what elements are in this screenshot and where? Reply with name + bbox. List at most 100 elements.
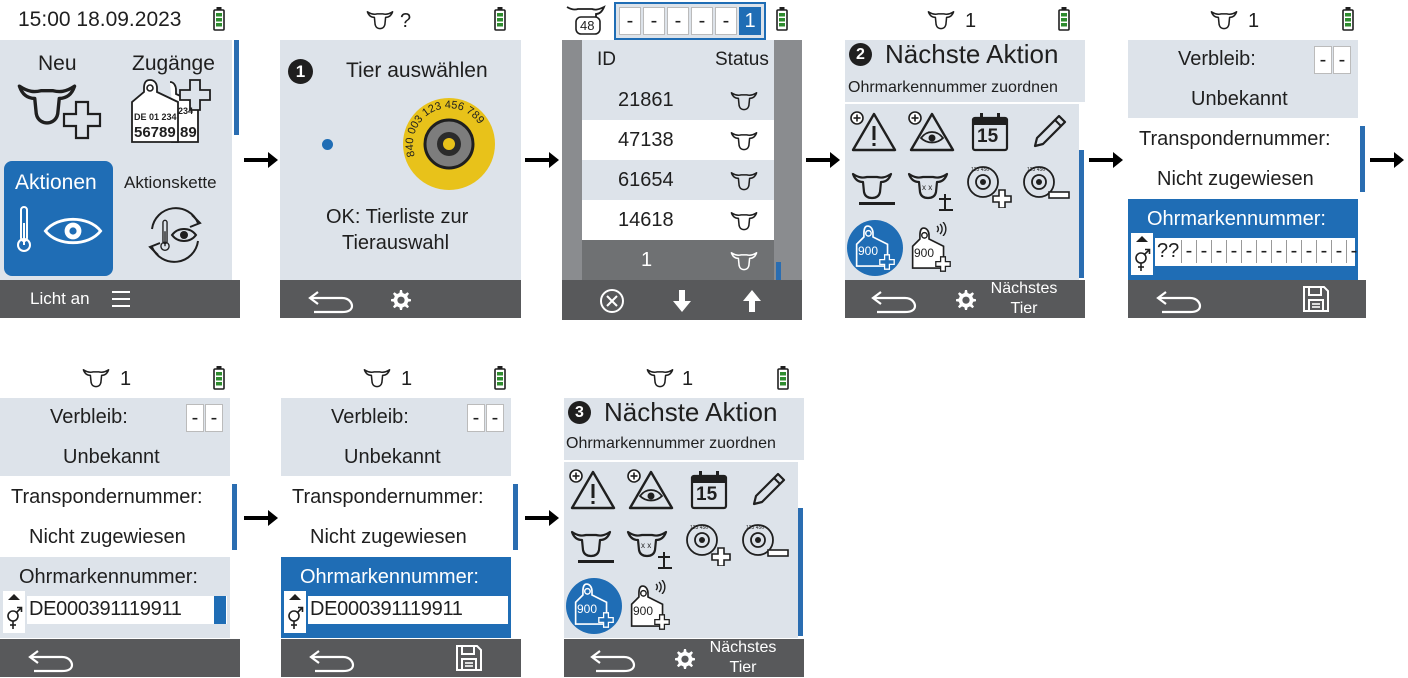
verbleib-label: Verbleib: <box>50 406 128 428</box>
cursor-dot <box>322 139 333 150</box>
screen-eartag-entry-complete: 1 Verbleib: - - Unbekannt Transpondernum… <box>281 358 521 677</box>
table-row[interactable]: 61654 <box>582 160 774 200</box>
back-arrow-icon[interactable] <box>26 647 76 675</box>
remove-tag-icon[interactable] <box>740 522 790 566</box>
verbleib-box[interactable]: - <box>1314 46 1332 74</box>
next-animal-button[interactable]: Nächstes Tier <box>706 638 780 678</box>
id-digit[interactable]: - <box>691 7 713 35</box>
id-digit-active[interactable]: 1 <box>739 7 761 35</box>
header-animal-id: 1 <box>965 10 977 32</box>
eye-icon <box>40 213 106 249</box>
cow-status-icon <box>730 170 758 191</box>
next-animal-line1: Nächstes <box>990 280 1058 297</box>
table-row[interactable]: 21861 <box>582 80 774 120</box>
scrollbar[interactable] <box>776 262 781 280</box>
next-action-title: Nächste Aktion <box>885 39 1059 69</box>
id-digit[interactable]: - <box>715 7 737 35</box>
table-row[interactable]: 47138 <box>582 120 774 160</box>
edit-pencil-icon[interactable] <box>1027 110 1071 154</box>
id-digit[interactable]: - <box>643 7 665 35</box>
calendar-icon[interactable]: 15 <box>688 468 732 512</box>
scrollbar[interactable] <box>513 484 518 550</box>
table-row[interactable]: 14618 <box>582 200 774 240</box>
tag-digit: - <box>1316 240 1331 263</box>
ohrmarke-input[interactable]: DE000391119911 <box>308 596 508 624</box>
tile-zugaenge[interactable]: Zugänge DE 01 234 234 56789 89 <box>122 46 230 146</box>
assign-eartag-button[interactable]: 900 <box>847 220 903 276</box>
sex-selector[interactable] <box>1131 233 1153 275</box>
ohrmarke-input[interactable]: ?? ------------ <box>1155 238 1357 266</box>
animal-list-table: ID Status 21861 47138 61654 14618 1 <box>582 40 774 280</box>
calendar-day: 15 <box>977 126 999 147</box>
back-arrow-icon[interactable] <box>306 288 356 316</box>
dead-animal-icon[interactable] <box>907 168 957 212</box>
verbleib-box[interactable]: - <box>186 404 204 432</box>
light-toggle-button[interactable]: Licht an <box>30 289 90 309</box>
footer-bar: Nächstes Tier <box>564 639 804 677</box>
scrollbar[interactable] <box>1079 150 1084 278</box>
verbleib-box[interactable]: - <box>467 404 485 432</box>
cancel-circle-x-icon[interactable] <box>599 288 625 314</box>
table-row-selected[interactable]: 1 <box>582 240 774 280</box>
scrollbar[interactable] <box>234 40 239 135</box>
tile-aktionen[interactable]: Aktionen <box>4 161 113 276</box>
tag-number: 900 <box>914 246 935 260</box>
remove-animal-icon[interactable] <box>568 526 618 570</box>
next-action-subtitle: Ohrmarkennummer zuordnen <box>566 435 776 452</box>
next-animal-button[interactable]: Nächstes Tier <box>987 279 1061 319</box>
edit-pencil-icon[interactable] <box>746 468 790 512</box>
verbleib-box[interactable]: - <box>205 404 223 432</box>
id-digit[interactable]: - <box>667 7 689 35</box>
cow-head-icon <box>646 367 674 388</box>
arrow-down-icon[interactable] <box>671 288 693 314</box>
back-arrow-icon[interactable] <box>588 647 638 675</box>
remove-animal-icon[interactable] <box>849 168 899 212</box>
verbleib-label: Verbleib: <box>1178 48 1256 70</box>
assign-transponder-button[interactable]: 900 <box>628 580 678 636</box>
back-arrow-icon[interactable] <box>307 647 357 675</box>
settings-gear-icon[interactable] <box>388 288 412 312</box>
add-warning-icon[interactable] <box>568 468 618 512</box>
footer-bar <box>280 280 521 318</box>
cow-status-icon <box>730 130 758 151</box>
scrollbar[interactable] <box>232 484 237 550</box>
scrollbar[interactable] <box>1360 126 1365 192</box>
back-arrow-icon[interactable] <box>869 288 919 316</box>
arrow-up-icon[interactable] <box>741 288 763 314</box>
save-disk-icon[interactable] <box>1302 285 1330 313</box>
ear-tag-button-icon: 840 003 123 456 789 <box>403 98 495 190</box>
add-tag-icon[interactable] <box>965 164 1015 208</box>
tile-neu[interactable]: Neu <box>8 46 116 146</box>
tag-digit: - <box>1301 240 1316 263</box>
id-digit-input[interactable]: - - - - - 1 <box>614 2 766 40</box>
tile-aktionskette[interactable]: Aktionskette <box>120 161 232 276</box>
ohrmarke-input[interactable]: DE000391119911 <box>27 596 227 624</box>
action-chain-cycle-icon <box>148 207 202 263</box>
calendar-icon[interactable]: 15 <box>969 110 1013 154</box>
assign-eartag-button[interactable]: 900 <box>566 578 622 634</box>
settings-gear-icon[interactable] <box>953 288 977 312</box>
screen-next-action-2: 1 3 Nächste Aktion Ohrmarkennummer zuord… <box>564 358 804 677</box>
remove-tag-icon[interactable] <box>1021 164 1071 208</box>
add-observation-icon[interactable] <box>907 110 957 154</box>
verbleib-box[interactable]: - <box>1333 46 1351 74</box>
add-warning-icon[interactable] <box>849 110 899 154</box>
assign-transponder-button[interactable]: 900 <box>909 222 959 278</box>
save-disk-icon[interactable] <box>455 644 483 672</box>
next-animal-line2: Tier <box>1010 300 1038 317</box>
id-digit[interactable]: - <box>619 7 641 35</box>
sex-selector[interactable] <box>3 591 25 633</box>
next-animal-line1: Nächstes <box>709 639 777 656</box>
sex-selector[interactable] <box>284 591 306 633</box>
add-observation-icon[interactable] <box>626 468 676 512</box>
settings-gear-icon[interactable] <box>672 647 696 671</box>
scrollbar[interactable] <box>798 508 803 636</box>
verbleib-value: Unbekannt <box>63 446 160 468</box>
clock-date: 15:00 18.09.2023 <box>18 8 182 31</box>
menu-hamburger-icon[interactable] <box>112 291 130 307</box>
back-arrow-icon[interactable] <box>1154 288 1204 316</box>
add-tag-icon[interactable] <box>684 522 734 566</box>
tag-number: 900 <box>577 602 598 616</box>
dead-animal-icon[interactable] <box>626 526 676 570</box>
verbleib-box[interactable]: - <box>486 404 504 432</box>
